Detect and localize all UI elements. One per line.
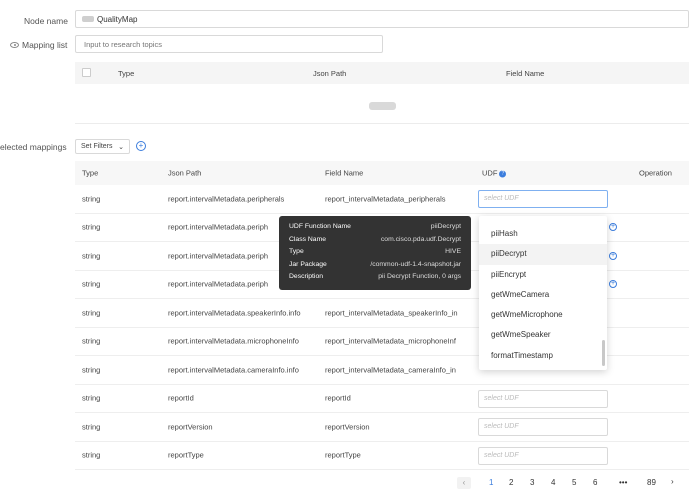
- tooltip-key: Jar Package: [289, 260, 327, 268]
- cell-json-path: reportVersion: [168, 422, 213, 432]
- cell-json-path: report.intervalMetadata.cameraInfo.info: [168, 365, 299, 375]
- cell-json-path: reportId: [168, 393, 194, 403]
- dropdown-option[interactable]: piiEncrypt: [479, 265, 607, 285]
- col-operation: Operation: [639, 168, 672, 178]
- select-all-checkbox[interactable]: [82, 68, 91, 77]
- page-number[interactable]: 4: [551, 478, 555, 487]
- tooltip-value: /common-udf-1.4-snapshot.jar: [370, 260, 461, 268]
- prev-page-button[interactable]: ‹: [457, 477, 471, 489]
- add-udf-icon[interactable]: +: [609, 280, 617, 289]
- col-type: Type: [82, 168, 99, 178]
- cell-type: string: [82, 279, 101, 289]
- table-row: string reportVersion reportVersion select U…: [75, 413, 689, 442]
- udf-info-tooltip: UDF Function Name piiDecrypt Class Name com…: [279, 216, 471, 290]
- mapping-list-label-group: Mapping list: [10, 40, 67, 50]
- set-filters-dropdown[interactable]: Set Filters ⌄: [75, 139, 130, 154]
- table-row: string reportId reportId select UDF: [75, 385, 689, 413]
- cell-type: string: [82, 222, 101, 232]
- cell-type: string: [82, 251, 101, 261]
- page-number[interactable]: 89: [647, 478, 656, 487]
- redacted-text: [82, 16, 94, 22]
- cell-field-name: report_intervalMetadata_microphoneInf: [325, 336, 456, 346]
- col-field-name: Field Name: [325, 168, 364, 178]
- dropdown-option[interactable]: getWmeSpeaker: [479, 325, 607, 345]
- tooltip-row: UDF Function Name piiDecrypt: [289, 221, 461, 234]
- cell-field-name: reportVersion: [325, 422, 370, 432]
- tooltip-key: Type: [289, 248, 304, 255]
- tooltip-key: Class Name: [289, 235, 327, 243]
- dropdown-option[interactable]: getWmeCamera: [479, 285, 607, 305]
- table-header: Type Json Path Field Name UDF? Operation: [75, 161, 689, 185]
- dropdown-option[interactable]: piiHash: [479, 224, 607, 244]
- cell-json-path: report.intervalMetadata.peripherals: [168, 194, 285, 204]
- cell-field-name: reportId: [325, 393, 351, 403]
- page-number[interactable]: 2: [509, 478, 513, 487]
- tooltip-row: Description pii Decrypt Function, 0 args: [289, 271, 461, 284]
- cell-type: string: [82, 336, 101, 346]
- cell-type: string: [82, 450, 101, 460]
- cell-json-path: report.intervalMetadata.speakerInfo.info: [168, 308, 301, 318]
- udf-select[interactable]: select UDF: [478, 389, 608, 408]
- cell-type: string: [82, 194, 101, 204]
- dropdown-option[interactable]: piiDecrypt: [479, 244, 607, 265]
- table-row: string report.intervalMetadata.peripheral…: [75, 185, 689, 214]
- dropdown-scrollbar[interactable]: [602, 340, 605, 366]
- page-ellipsis[interactable]: •••: [619, 478, 627, 487]
- udf-select[interactable]: select UDF: [478, 446, 608, 465]
- header-json-path: Json Path: [313, 68, 347, 78]
- selected-mappings-label: elected mappings: [0, 142, 67, 152]
- page-number[interactable]: 1: [489, 478, 493, 487]
- cell-type: string: [82, 308, 101, 318]
- cell-field-name: report_intervalMetadata_cameraInfo_in: [325, 365, 456, 375]
- tooltip-value: HIVE: [445, 248, 461, 255]
- next-page-button[interactable]: ›: [671, 477, 674, 486]
- col-udf-label: UDF: [482, 168, 498, 178]
- udf-select-dropdown[interactable]: piiHash piiDecrypt piiEncrypt getWmeCamera g…: [479, 216, 607, 370]
- header-field-name: Field Name: [506, 68, 545, 78]
- mapping-list-label: Mapping list: [22, 40, 68, 50]
- col-json-path: Json Path: [168, 168, 202, 178]
- dropdown-option[interactable]: getWmeMicrophone: [479, 305, 607, 325]
- udf-select[interactable]: select UDF: [478, 418, 608, 436]
- tooltip-value: com.cisco.pda.udf.Decrypt: [380, 235, 461, 243]
- table-row: string reportType reportType select UDF: [75, 442, 689, 470]
- cell-field-name: report_intervalMetadata_peripherals: [325, 194, 446, 204]
- add-udf-icon[interactable]: +: [609, 251, 617, 260]
- eye-icon: [10, 42, 19, 48]
- mapping-list-table: Type Json Path Field Name: [75, 62, 689, 124]
- node-name-value: QualityMap: [97, 14, 138, 24]
- tooltip-row: Jar Package/common-udf-1.4-snapshot.jar: [289, 259, 461, 272]
- node-name-field[interactable]: QualityMap: [75, 10, 689, 28]
- tooltip-row: Class Name com.cisco.pda.udf.Decrypt: [289, 234, 461, 247]
- cell-json-path: report.intervalMetadata.microphoneInfo: [168, 336, 299, 346]
- page-number[interactable]: 3: [530, 478, 534, 487]
- tooltip-value: piiDecrypt: [430, 223, 461, 230]
- cell-field-name: reportType: [325, 450, 361, 460]
- udf-select[interactable]: select UDF: [478, 190, 608, 208]
- dropdown-option[interactable]: formatTimestamp: [479, 346, 607, 366]
- search-input[interactable]: [75, 35, 383, 53]
- header-type: Type: [118, 68, 135, 78]
- add-mapping-icon[interactable]: +: [136, 141, 146, 151]
- tooltip-row: Type HIVE: [289, 246, 461, 259]
- mapping-list-header: Type Json Path Field Name: [75, 62, 689, 84]
- page-number[interactable]: 5: [572, 478, 576, 487]
- question-circle-icon[interactable]: ?: [499, 170, 507, 178]
- node-name-label: Node name: [24, 16, 68, 26]
- add-udf-icon[interactable]: +: [609, 223, 617, 232]
- col-udf: UDF?: [482, 168, 507, 178]
- divider: [75, 123, 689, 124]
- cell-type: string: [82, 422, 101, 432]
- cell-json-path: reportType: [168, 450, 204, 460]
- tooltip-value: pii Decrypt Function, 0 args: [378, 273, 461, 280]
- set-filters-label: Set Filters: [81, 143, 113, 150]
- tooltip-key: UDF Function Name: [289, 223, 351, 230]
- cell-type: string: [82, 393, 101, 403]
- empty-state-icon: [369, 102, 396, 110]
- cell-type: string: [82, 365, 101, 375]
- chevron-down-icon: ⌄: [118, 143, 124, 151]
- cell-field-name: report_intervalMetadata_speakerInfo_in: [325, 308, 458, 318]
- tooltip-key: Description: [289, 273, 323, 280]
- page-number[interactable]: 6: [593, 478, 597, 487]
